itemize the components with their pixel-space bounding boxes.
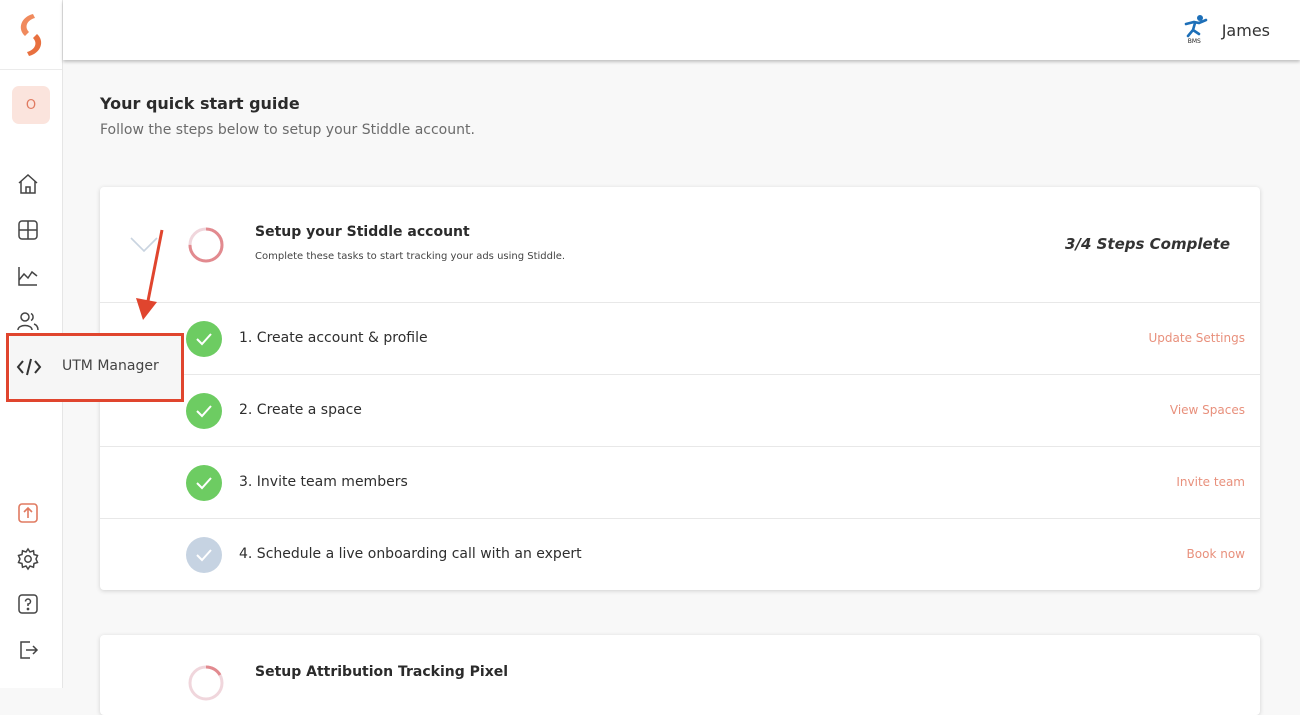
avatar-caption: BMS <box>1187 38 1201 45</box>
step-label: 2. Create a space <box>239 402 362 418</box>
step-row: 4. Schedule a live onboarding call with … <box>100 518 1260 591</box>
logout-icon[interactable] <box>15 637 41 663</box>
user-name: James <box>1221 20 1270 40</box>
user-menu[interactable]: BMS James <box>1180 14 1270 46</box>
step-label: 3. Invite team members <box>239 474 408 490</box>
card-description: Complete these tasks to start tracking y… <box>255 251 566 262</box>
dashboard-grid-icon[interactable] <box>15 217 41 243</box>
update-settings-link[interactable]: Update Settings <box>1149 331 1246 345</box>
page-subtitle: Follow the steps below to setup your Sti… <box>100 122 475 138</box>
users-icon[interactable] <box>15 308 41 334</box>
setup-pixel-card[interactable]: Setup Attribution Tracking Pixel <box>100 635 1260 715</box>
pending-check-circle-icon <box>186 537 222 573</box>
step-label: 1. Create account & profile <box>239 330 428 346</box>
check-circle-icon <box>186 393 222 429</box>
annotation-highlight-box <box>6 333 184 402</box>
page-title: Your quick start guide <box>100 94 300 113</box>
sidebar-divider <box>0 69 62 70</box>
setup-account-card: Setup your Stiddle account Complete thes… <box>100 187 1260 590</box>
org-switcher[interactable]: O <box>12 86 50 124</box>
stiddle-logo[interactable] <box>13 11 49 59</box>
progress-ring <box>188 665 224 701</box>
top-header: BMS James <box>63 0 1300 60</box>
check-circle-icon <box>186 321 222 357</box>
help-icon[interactable] <box>15 591 41 617</box>
view-spaces-link[interactable]: View Spaces <box>1170 403 1245 417</box>
book-now-link[interactable]: Book now <box>1187 547 1245 561</box>
card-title: Setup Attribution Tracking Pixel <box>255 664 509 680</box>
invite-team-link[interactable]: Invite team <box>1176 475 1245 489</box>
step-label: 4. Schedule a live onboarding call with … <box>239 546 582 562</box>
annotation-arrow-icon <box>136 229 164 320</box>
analytics-chart-icon[interactable] <box>15 263 41 289</box>
steps-progress-text: 3/4 Steps Complete <box>1065 235 1230 253</box>
progress-ring <box>188 227 224 263</box>
gear-icon[interactable] <box>15 546 41 572</box>
upload-icon[interactable] <box>15 500 41 526</box>
step-row: 1. Create account & profile Update Setti… <box>100 302 1260 375</box>
check-circle-icon <box>186 465 222 501</box>
card-title: Setup your Stiddle account <box>255 224 470 240</box>
step-row: 2. Create a space View Spaces <box>100 374 1260 447</box>
home-icon[interactable] <box>15 171 41 197</box>
step-row: 3. Invite team members Invite team <box>100 446 1260 519</box>
user-avatar: BMS <box>1180 14 1210 46</box>
